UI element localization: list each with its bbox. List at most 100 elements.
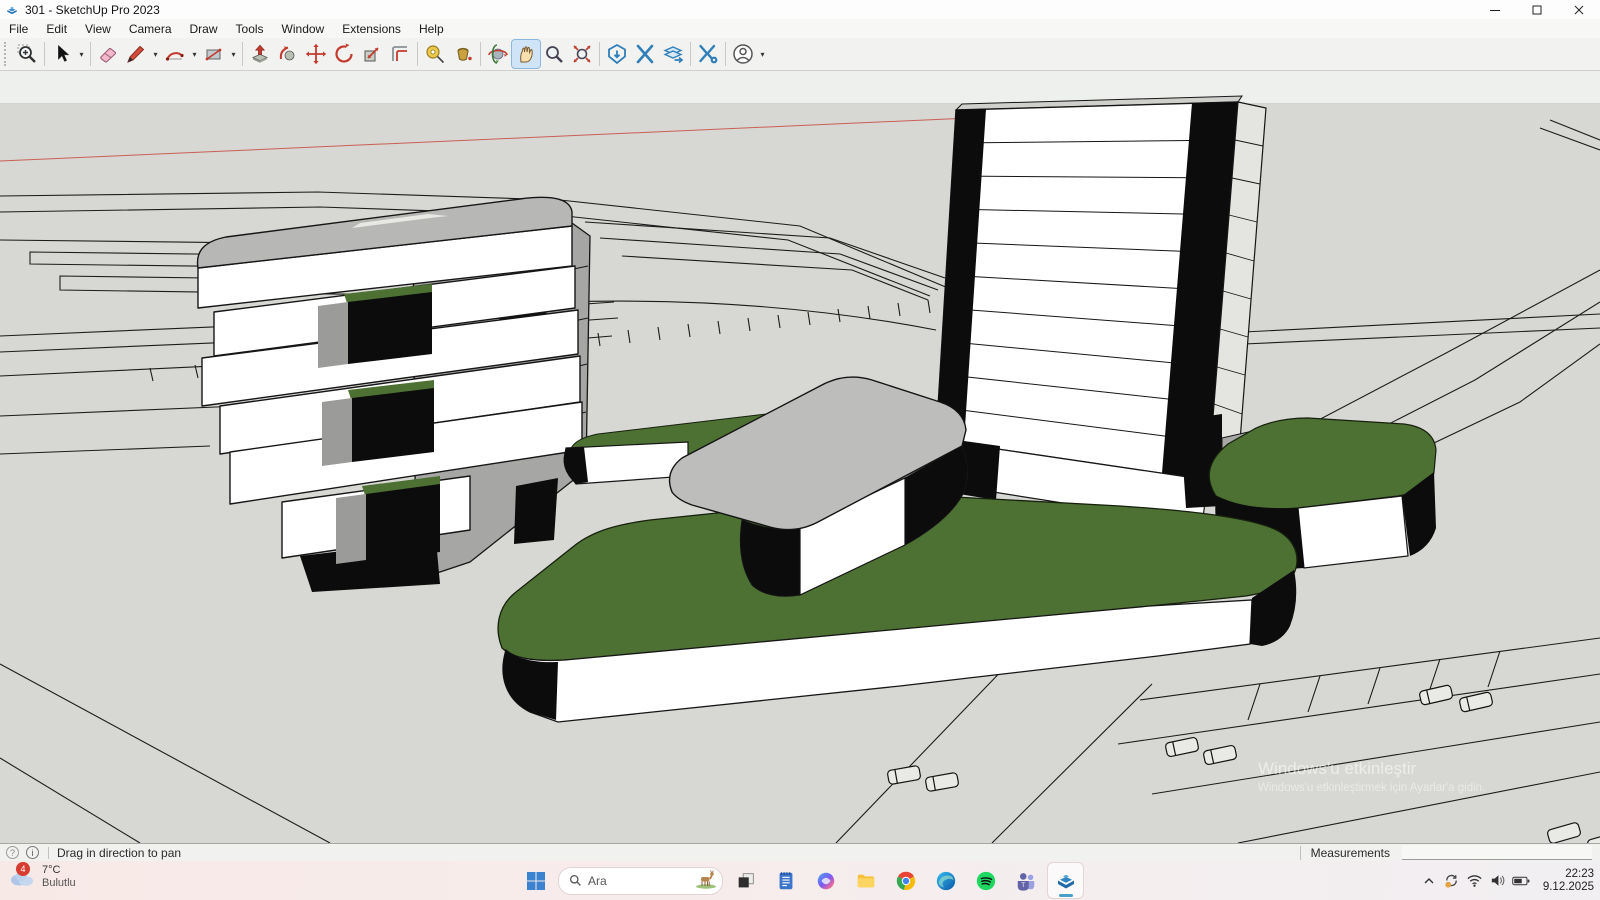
rotate-tool-button[interactable] bbox=[330, 40, 358, 68]
follow-me-tool-button[interactable] bbox=[274, 40, 302, 68]
select-cursor-icon bbox=[51, 43, 73, 65]
copilot-button[interactable] bbox=[808, 863, 843, 898]
spotify-button[interactable] bbox=[968, 863, 1003, 898]
menu-draw[interactable]: Draw bbox=[181, 19, 227, 38]
help-icon[interactable]: ? bbox=[6, 846, 19, 859]
taskbar-clock[interactable]: 22:23 9.12.2025 bbox=[1543, 868, 1594, 894]
rectangle-tool-dropdown[interactable]: ▾ bbox=[228, 40, 239, 68]
scene-canvas[interactable] bbox=[0, 71, 1600, 843]
copilot-icon bbox=[815, 870, 837, 892]
windows-logo-icon bbox=[525, 870, 547, 892]
maximize-button[interactable] bbox=[1516, 0, 1558, 19]
notepad-button[interactable] bbox=[768, 863, 803, 898]
rectangle-icon bbox=[202, 42, 226, 66]
close-button[interactable] bbox=[1558, 0, 1600, 19]
sync-tray-icon[interactable] bbox=[1443, 872, 1461, 890]
hidden-icons-chevron[interactable] bbox=[1420, 872, 1438, 890]
sketchup-logo-icon bbox=[5, 3, 19, 17]
send-to-layout-button[interactable] bbox=[659, 40, 687, 68]
send-to-layout-icon bbox=[661, 42, 685, 66]
task-view-button[interactable] bbox=[728, 863, 763, 898]
paint-bucket-tool-button[interactable] bbox=[449, 40, 477, 68]
model-viewport[interactable]: Windows'u etkinleştir Windows'u etkinleş… bbox=[0, 71, 1600, 843]
menu-file[interactable]: File bbox=[0, 19, 37, 38]
toolbar-grip[interactable] bbox=[4, 42, 11, 66]
minimize-button[interactable] bbox=[1474, 0, 1516, 19]
extension-manager-icon bbox=[696, 42, 720, 66]
select-tool-button[interactable] bbox=[48, 40, 76, 68]
account-icon bbox=[731, 42, 755, 66]
line-tool-dropdown[interactable]: ▾ bbox=[150, 40, 161, 68]
pan-tool-button[interactable] bbox=[512, 40, 540, 68]
eraser-tool-button[interactable] bbox=[94, 40, 122, 68]
zoom-extents-tool-button[interactable] bbox=[568, 40, 596, 68]
eraser-icon bbox=[96, 42, 120, 66]
move-icon bbox=[304, 42, 328, 66]
extension-warehouse-button[interactable] bbox=[631, 40, 659, 68]
push-pull-tool-button[interactable] bbox=[246, 40, 274, 68]
tape-measure-icon bbox=[423, 42, 447, 66]
svg-text:T: T bbox=[1021, 881, 1025, 888]
file-explorer-button[interactable] bbox=[848, 863, 883, 898]
offset-tool-button[interactable] bbox=[386, 40, 414, 68]
weather-condition: Bulutlu bbox=[42, 877, 76, 890]
teams-button[interactable]: T bbox=[1008, 863, 1043, 898]
sign-in-button[interactable] bbox=[729, 40, 757, 68]
line-tool-button[interactable] bbox=[122, 40, 150, 68]
menu-view[interactable]: View bbox=[76, 19, 120, 38]
start-button[interactable] bbox=[518, 863, 553, 898]
measurements-label: Measurements bbox=[1311, 846, 1390, 860]
zoom-tool-button[interactable] bbox=[540, 40, 568, 68]
menu-tools[interactable]: Tools bbox=[227, 19, 273, 38]
sign-in-dropdown[interactable]: ▾ bbox=[757, 40, 768, 68]
scale-tool-button[interactable] bbox=[358, 40, 386, 68]
weather-temp: 7°C bbox=[42, 864, 76, 877]
menu-camera[interactable]: Camera bbox=[120, 19, 181, 38]
chrome-icon bbox=[895, 870, 917, 892]
sketchup-app-button[interactable] bbox=[1048, 863, 1083, 898]
battery-tray-icon[interactable] bbox=[1512, 872, 1530, 890]
extension-warehouse-icon bbox=[633, 42, 657, 66]
orbit-tool-button[interactable] bbox=[484, 40, 512, 68]
tape-measure-tool-button[interactable] bbox=[421, 40, 449, 68]
edge-button[interactable] bbox=[928, 863, 963, 898]
offset-icon bbox=[388, 42, 412, 66]
taskbar-search[interactable]: Ara bbox=[558, 867, 723, 895]
window-title: 301 - SketchUp Pro 2023 bbox=[25, 3, 160, 17]
chrome-button[interactable] bbox=[888, 863, 923, 898]
zoom-window-tool-button[interactable] bbox=[13, 40, 41, 68]
edge-icon bbox=[935, 870, 957, 892]
rectangle-tool-button[interactable] bbox=[200, 40, 228, 68]
weather-widget[interactable]: 4 7°C Bulutlu bbox=[8, 864, 76, 890]
clock-time: 22:23 bbox=[1543, 868, 1594, 881]
weather-alert-badge: 4 bbox=[16, 862, 30, 876]
spotify-icon bbox=[975, 870, 997, 892]
zoom-window-icon bbox=[15, 42, 39, 66]
wifi-tray-icon[interactable] bbox=[1466, 872, 1484, 890]
rotate-icon bbox=[332, 42, 356, 66]
file-explorer-icon bbox=[855, 870, 877, 892]
arc-tool-button[interactable] bbox=[161, 40, 189, 68]
arc-icon bbox=[163, 42, 187, 66]
notepad-icon bbox=[775, 870, 797, 892]
menu-extensions[interactable]: Extensions bbox=[333, 19, 410, 38]
3d-warehouse-button[interactable] bbox=[603, 40, 631, 68]
scale-icon bbox=[360, 42, 384, 66]
menu-edit[interactable]: Edit bbox=[37, 19, 76, 38]
volume-tray-icon[interactable] bbox=[1489, 872, 1507, 890]
menu-help[interactable]: Help bbox=[410, 19, 453, 38]
paint-bucket-icon bbox=[451, 42, 475, 66]
search-daily-image[interactable] bbox=[693, 869, 719, 892]
extension-manager-button[interactable] bbox=[694, 40, 722, 68]
arc-tool-dropdown[interactable]: ▾ bbox=[189, 40, 200, 68]
active-app-indicator bbox=[1059, 894, 1073, 897]
orbit-icon bbox=[486, 42, 510, 66]
push-pull-icon bbox=[248, 42, 272, 66]
info-icon[interactable]: i bbox=[26, 846, 39, 859]
3d-warehouse-icon bbox=[605, 42, 629, 66]
menu-window[interactable]: Window bbox=[273, 19, 334, 38]
move-tool-button[interactable] bbox=[302, 40, 330, 68]
measurements-separator bbox=[1300, 846, 1301, 860]
select-tool-dropdown[interactable]: ▾ bbox=[76, 40, 87, 68]
measurements-input[interactable] bbox=[1402, 845, 1592, 860]
